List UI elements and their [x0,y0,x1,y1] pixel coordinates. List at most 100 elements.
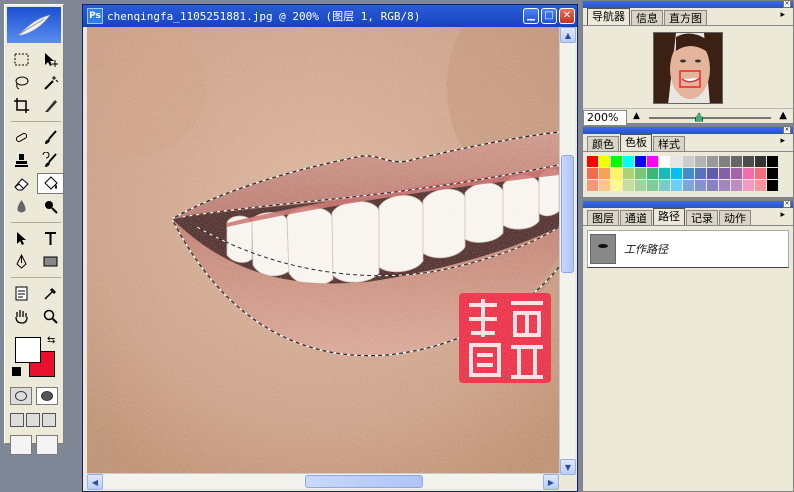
image-canvas[interactable] [87,27,559,475]
swatch[interactable] [659,156,670,167]
swatch[interactable] [743,156,754,167]
vertical-scroll-thumb[interactable] [561,155,574,273]
swatch[interactable] [731,180,742,191]
scroll-down-arrow-icon[interactable]: ▼ [560,459,576,475]
swatch[interactable] [707,168,718,179]
lasso-tool[interactable] [8,72,35,93]
tab-styles[interactable]: 样式 [653,136,685,151]
navigator-thumbnail[interactable] [653,32,723,104]
zoom-slider[interactable]: ▲ ▲ [631,110,789,126]
palette-close-icon[interactable]: × [783,126,791,134]
swatch[interactable] [755,156,766,167]
slice-tool[interactable] [37,95,64,116]
tab-history[interactable]: 记录 [686,210,718,225]
vertical-scrollbar[interactable]: ▲ ▼ [559,27,576,475]
swatch[interactable] [587,156,598,167]
list-item[interactable]: 工作路径 [587,230,789,268]
quick-mask-button[interactable] [36,387,58,405]
palette-menu-icon[interactable]: ▸ [780,10,785,20]
scroll-right-arrow-icon[interactable]: ▶ [543,474,559,490]
swatch[interactable] [635,156,646,167]
tab-swatches[interactable]: 色板 [620,134,652,151]
dodge-tool[interactable] [37,196,64,217]
toolbox-logo[interactable] [7,7,61,43]
swatch[interactable] [767,168,778,179]
swatch[interactable] [683,156,694,167]
marquee-tool[interactable] [8,49,35,70]
tab-paths[interactable]: 路径 [653,208,685,225]
tab-histogram[interactable]: 直方图 [664,10,707,25]
tab-color[interactable]: 颜色 [587,136,619,151]
swatch[interactable] [647,156,658,167]
swatch[interactable] [611,156,622,167]
default-colors-icon[interactable] [12,367,21,376]
scroll-up-arrow-icon[interactable]: ▲ [560,27,576,43]
zoom-in-icon[interactable]: ▲ [779,110,787,121]
swatch[interactable] [683,180,694,191]
screen-mode-full[interactable] [42,413,56,427]
zoom-slider-knob[interactable] [695,112,703,122]
screen-mode-standard[interactable] [10,413,24,427]
eyedropper-tool[interactable] [37,283,64,304]
clone-stamp-tool[interactable] [8,150,35,171]
swatch[interactable] [599,156,610,167]
type-tool[interactable] [37,228,64,249]
magic-wand-tool[interactable] [37,72,64,93]
path-selection-tool[interactable] [8,228,35,249]
swatch[interactable] [623,168,634,179]
swatch[interactable] [635,180,646,191]
swatch[interactable] [695,180,706,191]
palette-close-icon[interactable]: × [783,200,791,208]
move-tool[interactable] [37,49,64,70]
jump-to-app-button[interactable] [36,435,58,455]
scroll-left-arrow-icon[interactable]: ◀ [87,474,103,490]
swatch[interactable] [587,180,598,191]
screen-mode-full-menu[interactable] [26,413,40,427]
swatch[interactable] [623,180,634,191]
pen-tool[interactable] [8,251,35,272]
maximize-button[interactable]: □ [541,8,557,24]
horizontal-scrollbar[interactable]: ◀ ▶ [87,473,559,490]
swatch[interactable] [719,180,730,191]
swatch[interactable] [719,168,730,179]
brush-tool[interactable] [37,127,64,148]
swatch[interactable] [671,156,682,167]
swatch[interactable] [695,156,706,167]
swatch[interactable] [683,168,694,179]
swatch[interactable] [767,180,778,191]
crop-tool[interactable] [8,95,35,116]
swatch[interactable] [587,168,598,179]
swatch[interactable] [659,168,670,179]
swatch[interactable] [671,180,682,191]
palette-menu-icon[interactable]: ▸ [780,136,785,146]
notes-tool[interactable] [8,283,35,304]
history-brush-tool[interactable] [37,150,64,171]
swatch[interactable] [599,168,610,179]
swatch[interactable] [743,168,754,179]
palette-header[interactable]: × [583,200,793,208]
swatch[interactable] [731,168,742,179]
zoom-percent-input[interactable]: 200% [583,109,627,126]
palette-menu-icon[interactable]: ▸ [780,210,785,220]
swatch[interactable] [755,180,766,191]
swatch[interactable] [743,180,754,191]
zoom-out-icon[interactable]: ▲ [633,111,640,121]
swatch[interactable] [707,180,718,191]
swatch[interactable] [647,180,658,191]
palette-close-icon[interactable]: × [783,0,791,8]
swatch[interactable] [599,180,610,191]
swatch[interactable] [635,168,646,179]
healing-brush-tool[interactable] [8,127,35,148]
palette-header[interactable]: × [583,126,793,134]
swatch[interactable] [671,168,682,179]
swatch[interactable] [611,168,622,179]
tab-layers[interactable]: 图层 [587,210,619,225]
swatch[interactable] [611,180,622,191]
document-titlebar[interactable]: Ps chenqingfa_1105251881.jpg @ 200% (图层 … [83,5,577,27]
eraser-tool[interactable] [8,173,35,194]
minimize-button[interactable]: ▁ [523,8,539,24]
rectangle-tool[interactable] [37,251,64,272]
palette-header[interactable]: × [583,0,793,8]
jump-to-imageready-button[interactable] [10,435,32,455]
tab-navigator[interactable]: 导航器 [587,8,630,25]
